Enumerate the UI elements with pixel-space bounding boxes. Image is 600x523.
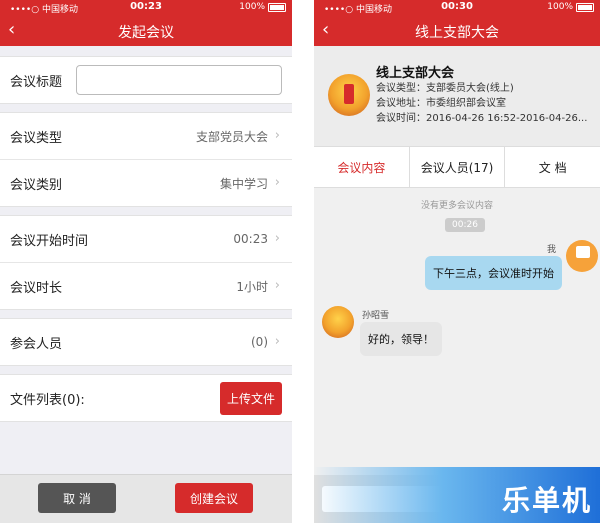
- chevron-right-icon: ›: [274, 278, 280, 293]
- attendees-section: 参会人员 (0) ›: [0, 318, 292, 366]
- meeting-category-value: 集中学习: [219, 176, 268, 191]
- attendees-label: 参会人员: [10, 336, 63, 352]
- other-name-label: 孙昭雪: [362, 311, 390, 321]
- attendees-row[interactable]: 参会人员 (0) ›: [0, 319, 292, 365]
- battery-percent: 100%: [239, 2, 265, 12]
- meeting-type: 会议类型：支部委员大会(线上): [376, 83, 514, 94]
- nav-bar: ‹ 线上支部大会: [314, 16, 600, 46]
- battery-percent: 100%: [547, 2, 573, 12]
- status-bar: ••••○ 中国移动 00:30 100%: [314, 0, 600, 16]
- no-more-content-label: 没有更多会议内容: [420, 201, 493, 211]
- meeting-info: 线上支部大会 会议类型：支部委员大会(线上) 会议地址：市委组织部会议室 会议时…: [376, 66, 587, 126]
- meeting-type-label: 会议类型: [10, 130, 63, 146]
- meeting-category-row[interactable]: 会议类别 集中学习 ›: [0, 159, 292, 206]
- watermark-banner: 乐单机: [314, 467, 600, 523]
- page-title: 线上支部大会: [415, 25, 499, 41]
- other-avatar[interactable]: [322, 306, 354, 338]
- tab-meeting-content[interactable]: 会议内容: [314, 147, 410, 187]
- meeting-title: 线上支部大会: [376, 66, 455, 81]
- create-meeting-button[interactable]: 创建会议: [175, 483, 253, 513]
- meeting-category-label: 会议类别: [10, 177, 63, 193]
- duration-label: 会议时长: [10, 280, 63, 296]
- duration-value: 1小时: [236, 279, 268, 294]
- chevron-right-icon: ›: [274, 334, 280, 349]
- tab-bar: 会议内容 会议人员(17) 文 档: [314, 147, 600, 188]
- start-time-value: 00:23: [233, 232, 268, 246]
- meeting-type-value: 支部党员大会: [195, 129, 268, 144]
- files-section: 文件列表(0): 上传文件: [0, 374, 292, 422]
- start-time-row[interactable]: 会议开始时间 00:23 ›: [0, 216, 292, 262]
- meeting-chat-screen: ••••○ 中国移动 00:30 100% ‹ 线上支部大会 线上支部大会 会议…: [314, 0, 600, 523]
- meeting-time: 会议时间：2016-04-26 16:52-2016-04-26...: [376, 113, 588, 124]
- meeting-avatar: [328, 74, 370, 116]
- start-time-label: 会议开始时间: [10, 233, 89, 249]
- meeting-title-row: 会议标题: [0, 57, 292, 103]
- status-bar: ••••○ 中国移动 00:23 100%: [0, 0, 292, 16]
- message-timestamp: 00:26: [445, 218, 485, 232]
- my-message-bubble[interactable]: 下午三点，会议准时开始: [425, 256, 562, 290]
- meeting-location: 会议地址：市委组织部会议室: [376, 98, 506, 109]
- meeting-type-row[interactable]: 会议类型 支部党员大会 ›: [0, 113, 292, 159]
- tab-documents[interactable]: 文 档: [505, 147, 600, 187]
- meeting-title-label: 会议标题: [10, 74, 63, 90]
- time-section: 会议开始时间 00:23 › 会议时长 1小时 ›: [0, 215, 292, 310]
- battery-indicator: 100%: [239, 2, 286, 12]
- upload-file-button[interactable]: 上传文件: [219, 381, 282, 415]
- meeting-title-input[interactable]: [76, 65, 282, 95]
- duration-row[interactable]: 会议时长 1小时 ›: [0, 262, 292, 309]
- cancel-button[interactable]: 取 消: [38, 483, 116, 513]
- my-avatar[interactable]: [566, 240, 598, 272]
- tab-meeting-members[interactable]: 会议人员(17): [410, 147, 506, 187]
- chevron-right-icon: ›: [274, 231, 280, 246]
- battery-icon: [576, 2, 594, 12]
- battery-icon: [268, 2, 286, 12]
- type-section: 会议类型 支部党员大会 › 会议类别 集中学习 ›: [0, 112, 292, 207]
- footer-bar: 取 消 创建会议: [0, 474, 292, 523]
- chevron-right-icon: ›: [274, 128, 280, 143]
- other-message-bubble[interactable]: 好的，领导！: [360, 322, 442, 356]
- chat-area[interactable]: 没有更多会议内容 00:26 我 下午三点，会议准时开始 孙昭雪 好的，领导！: [314, 188, 600, 468]
- my-name-label: 我: [546, 245, 556, 255]
- create-meeting-screen: ••••○ 中国移动 00:23 100% ‹ 发起会议 会议标题 会议类型 支…: [0, 0, 292, 523]
- chevron-right-icon: ›: [274, 175, 280, 190]
- page-title: 发起会议: [118, 25, 174, 41]
- title-section: 会议标题: [0, 56, 292, 104]
- attendees-count: (0): [251, 335, 268, 349]
- nav-bar: ‹ 发起会议: [0, 16, 292, 46]
- meeting-header: 线上支部大会 会议类型：支部委员大会(线上) 会议地址：市委组织部会议室 会议时…: [314, 46, 600, 147]
- battery-indicator: 100%: [547, 2, 594, 12]
- files-row: 文件列表(0): 上传文件: [0, 375, 292, 421]
- files-label: 文件列表(0):: [10, 392, 85, 408]
- watermark-logo: 乐单机: [501, 484, 592, 517]
